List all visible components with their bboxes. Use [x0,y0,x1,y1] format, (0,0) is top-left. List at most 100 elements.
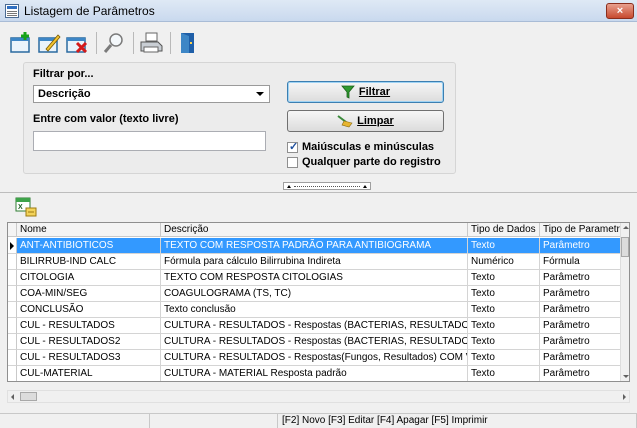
row-indicator[interactable] [8,350,17,366]
scroll-thumb[interactable] [20,392,37,401]
cell-nome[interactable]: COA-MIN/SEG [17,286,161,302]
cell-nome[interactable]: CITOLOGIA [17,270,161,286]
cell-descricao[interactable]: TEXTO COM RESPOSTA PADRÃO PARA ANTIBIOGR… [161,238,468,254]
cell-descricao[interactable]: Texto conclusão [161,302,468,318]
cell-tipo-dados[interactable]: Numérico [468,254,540,270]
row-indicator-header [8,223,17,236]
clear-button[interactable]: Limpar [287,110,444,132]
cell-tipo-parametro[interactable]: Parâmetro [540,238,621,254]
cell-nome[interactable]: ANT-ANTIBIOTICOS [17,238,161,254]
excel-export-icon: X [15,197,37,217]
new-record-button[interactable] [8,30,34,56]
cell-tipo-dados[interactable]: Texto [468,366,540,381]
cell-tipo-parametro[interactable]: Parâmetro [540,270,621,286]
cell-descricao[interactable]: COAGULOGRAMA (TS, TC) [161,286,468,302]
current-row-indicator[interactable] [8,238,17,254]
cell-descricao[interactable]: CULTURA - MATERIAL Resposta padrão [161,366,468,381]
cell-nome[interactable]: BILIRRUB-IND CALC [17,254,161,270]
table-row[interactable]: CUL - RESULTADOS2 CULTURA - RESULTADOS - … [8,334,621,350]
row-indicator[interactable] [8,302,17,318]
cell-tipo-parametro[interactable]: Parâmetro [540,334,621,350]
cell-descricao[interactable]: CULTURA - RESULTADOS - Respostas (BACTER… [161,318,468,334]
handle-dots [294,185,360,187]
cell-nome[interactable]: CUL - RESULTADOS2 [17,334,161,350]
delete-record-button[interactable] [64,30,90,56]
cell-tipo-dados[interactable]: Texto [468,286,540,302]
cell-tipo-dados[interactable]: Texto [468,334,540,350]
filter-value-label: Entre com valor (texto livre) [33,113,179,125]
cell-nome[interactable]: CUL-MATERIAL [17,366,161,381]
vertical-scrollbar[interactable] [620,223,629,381]
cell-tipo-dados[interactable]: Texto [468,302,540,318]
any-part-checkbox[interactable]: Qualquer parte do registro [287,156,441,168]
scroll-down-icon [623,375,629,378]
filter-field-select[interactable]: Descrição [33,85,270,103]
filter-button-label: Filtrar [358,86,391,98]
collapse-up-icon [363,184,367,188]
cell-descricao[interactable]: Fórmula para cálculo Bilirrubina Indiret… [161,254,468,270]
column-header-tipo-dados[interactable]: Tipo de Dados [468,223,540,236]
cell-tipo-parametro[interactable]: Parâmetro [540,318,621,334]
cell-nome[interactable]: CONCLUSÃO [17,302,161,318]
cell-tipo-parametro[interactable]: Parâmetro [540,302,621,318]
status-bar: [F2] Novo [F3] Editar [F4] Apagar [F5] I… [0,413,637,428]
parameters-grid[interactable]: Nome Descrição Tipo de Dados Tipo de Par… [7,222,630,382]
row-indicator[interactable] [8,254,17,270]
table-row[interactable]: CUL-MATERIAL CULTURA - MATERIAL Resposta … [8,366,621,381]
checkbox-checked-icon [287,140,298,153]
new-record-icon [10,32,30,53]
table-row[interactable]: CONCLUSÃO Texto conclusão Texto Parâmetro [8,302,621,318]
grid-header: Nome Descrição Tipo de Dados Tipo de Par… [8,223,621,237]
case-sensitive-checkbox[interactable]: Maiúsculas e minúsculas [287,140,434,153]
table-row[interactable]: CUL - RESULTADOS3 CULTURA - RESULTADOS - … [8,350,621,366]
export-excel-button[interactable]: X [14,196,40,218]
filter-button[interactable]: Filtrar [287,81,444,103]
chevron-down-icon [256,92,264,96]
scroll-thumb[interactable] [621,237,629,257]
column-header-tipo-parametro[interactable]: Tipo de Parametro [540,223,621,236]
cell-descricao[interactable]: TEXTO COM RESPOSTA CITOLOGIAS [161,270,468,286]
cell-tipo-dados[interactable]: Texto [468,350,540,366]
print-icon [140,32,163,53]
cell-nome[interactable]: CUL - RESULTADOS3 [17,350,161,366]
table-row[interactable]: COA-MIN/SEG COAGULOGRAMA (TS, TC) Texto Par… [8,286,621,302]
cell-descricao[interactable]: CULTURA - RESULTADOS - Respostas(Fungos,… [161,350,468,366]
table-row[interactable]: BILIRRUB-IND CALC Fórmula para cálculo Bi… [8,254,621,270]
close-button[interactable]: × [606,3,634,19]
row-indicator[interactable] [8,286,17,302]
row-indicator[interactable] [8,366,17,381]
toolbar-separator [170,32,171,54]
row-indicator[interactable] [8,318,17,334]
horizontal-scrollbar[interactable] [7,390,630,403]
status-shortcuts: [F2] Novo [F3] Editar [F4] Apagar [F5] I… [278,414,637,428]
filter-by-label: Filtrar por... [33,68,94,80]
status-panel-left [0,414,150,428]
column-header-descricao[interactable]: Descrição [161,223,468,236]
cell-nome[interactable]: CUL - RESULTADOS [17,318,161,334]
edit-record-icon [38,34,61,53]
collapse-panel-handle[interactable] [283,182,371,190]
column-header-nome[interactable]: Nome [17,223,161,236]
row-indicator[interactable] [8,270,17,286]
toolbar-separator [96,32,97,54]
print-button[interactable] [138,30,164,56]
cell-tipo-dados[interactable]: Texto [468,318,540,334]
cell-tipo-parametro[interactable]: Parâmetro [540,350,621,366]
scroll-left-icon [11,394,14,400]
delete-record-icon [66,37,88,54]
table-row[interactable]: ANT-ANTIBIOTICOS TEXTO COM RESPOSTA PADRÃ… [8,238,621,254]
toolbar-separator [133,32,134,54]
cell-tipo-dados[interactable]: Texto [468,238,540,254]
cell-tipo-dados[interactable]: Texto [468,270,540,286]
search-button[interactable] [101,30,127,56]
row-indicator[interactable] [8,334,17,350]
table-row[interactable]: CITOLOGIA TEXTO COM RESPOSTA CITOLOGIAS Te… [8,270,621,286]
edit-record-button[interactable] [36,30,62,56]
cell-tipo-parametro[interactable]: Fórmula [540,254,621,270]
cell-tipo-parametro[interactable]: Parâmetro [540,366,621,381]
cell-tipo-parametro[interactable]: Parâmetro [540,286,621,302]
filter-value-input[interactable] [33,131,266,151]
exit-button[interactable] [175,30,201,56]
table-row[interactable]: CUL - RESULTADOS CULTURA - RESULTADOS - R… [8,318,621,334]
cell-descricao[interactable]: CULTURA - RESULTADOS - Respostas (BACTER… [161,334,468,350]
